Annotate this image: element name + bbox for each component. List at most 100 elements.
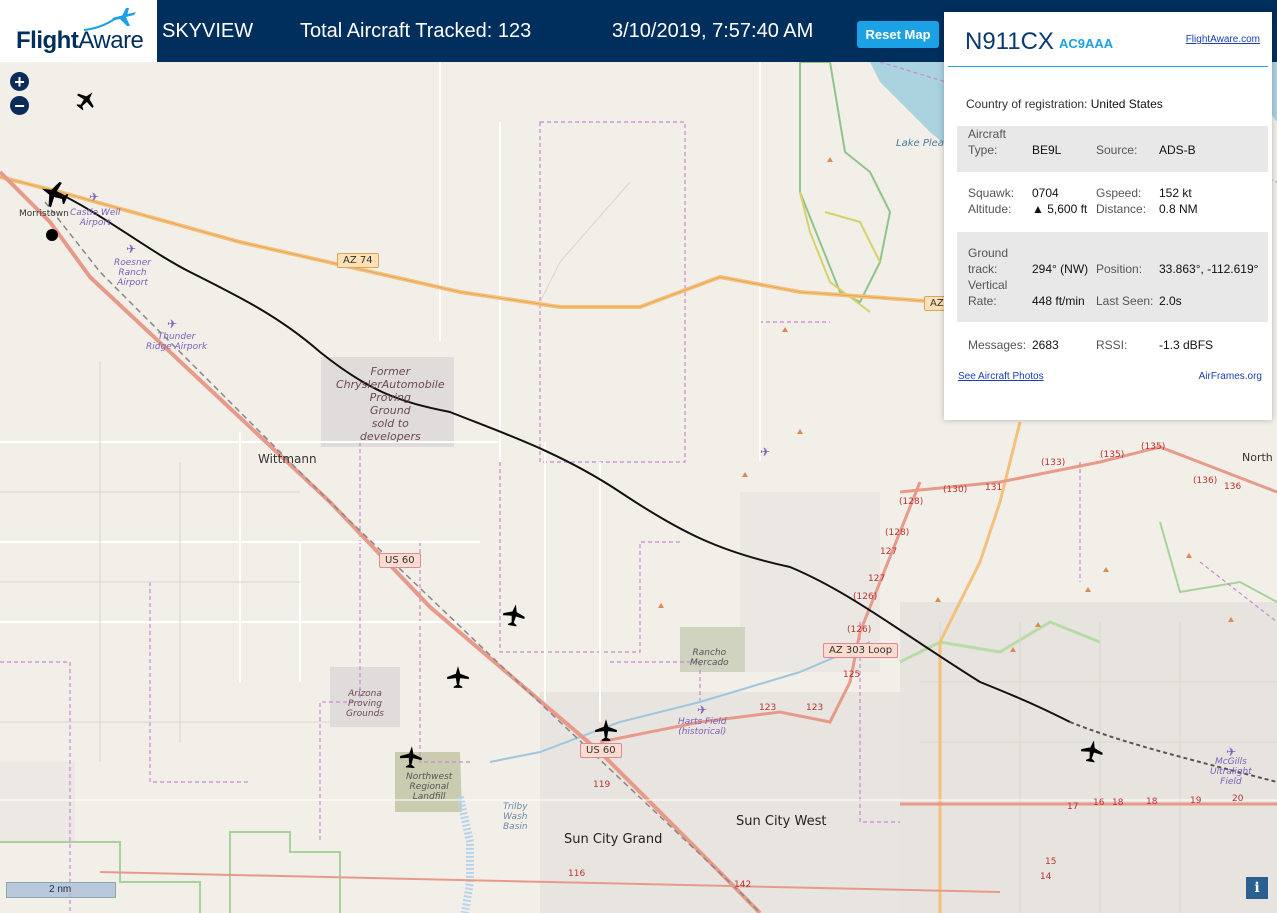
flightaware-link[interactable]: FlightAware.com [1186, 34, 1260, 45]
see-aircraft-photos-link[interactable]: See Aircraft Photos [958, 371, 1044, 382]
map-scale-bar: 2 nm [6, 882, 116, 898]
route-number: 20 [1232, 794, 1244, 804]
map-label-harts-field: Harts Field (historical) [678, 717, 727, 737]
airport-icon: ✈ [1226, 745, 1237, 759]
aircraft-icon[interactable] [501, 602, 527, 628]
source-label: Source: [1096, 143, 1138, 157]
aircraft-type-label-1: Aircraft [968, 127, 1007, 141]
airport-icon: ✈ [760, 445, 771, 459]
gspeed-value: 152 kt [1159, 186, 1192, 200]
map-label-mcgills-ultralight-field: McGills Ultralight Field [1210, 757, 1252, 787]
rssi-value: -1.3 dBFS [1159, 338, 1214, 352]
route-number: 17 [1067, 802, 1079, 812]
route-number: 119 [593, 780, 611, 790]
route-number: 18 [1112, 798, 1124, 808]
messages-value: 2683 [1032, 338, 1059, 352]
aircraft-tracked-count: Total Aircraft Tracked: 123 [300, 20, 532, 42]
map-label-arizona-proving-grounds: Arizona Proving Grounds [346, 689, 384, 719]
aircraft-icon[interactable] [445, 664, 471, 690]
route-number: 116 [568, 869, 586, 879]
vertical-rate-label-1: Vertical [968, 278, 1008, 292]
road-shield-az303: AZ 303 Loop [823, 643, 899, 658]
zoom-in-button[interactable]: + [10, 72, 29, 91]
route-number: 19 [1190, 796, 1202, 806]
aircraft-icon[interactable] [74, 88, 98, 112]
ground-track-label-1: Ground [968, 246, 1009, 260]
map-label-sun-city-west: Sun City West [736, 814, 827, 829]
country-value: United States [1090, 97, 1163, 111]
vertical-rate-label-2: Rate: [968, 294, 997, 308]
gspeed-label: Gspeed: [1096, 186, 1142, 200]
route-number: 136 [1224, 482, 1242, 492]
squawk-label: Squawk: [968, 186, 1015, 200]
aircraft-icon[interactable] [1079, 738, 1105, 764]
position-value: 33.863°, -112.619° [1159, 262, 1259, 276]
aircraft-icon[interactable] [398, 744, 424, 770]
map-label-roesner-ranch-airport: Roesner Ranch Airport [114, 258, 151, 288]
map-label-northwest-regional-landfill: Northwest Regional Landfill [406, 772, 453, 802]
distance-label: Distance: [1096, 202, 1147, 216]
map-label-trilby-wash-basin: Trilby Wash Basin [503, 802, 528, 832]
route-number: (128) [885, 528, 910, 538]
map-label-thunder-ridge-airpark: Thunder Ridge Airpork [146, 332, 208, 352]
distance-value: 0.8 NM [1159, 202, 1198, 216]
aircraft-type-value: BE9L [1032, 143, 1062, 157]
last-seen-label: Last Seen: [1096, 294, 1154, 308]
route-number: 142 [734, 880, 752, 890]
map-label-morristown: Morristown [19, 209, 69, 219]
map-label-lake-pleasant: Lake Pleas [896, 138, 950, 149]
map-label-rancho-mercado: Rancho Mercado [690, 648, 729, 668]
map-label-sun-city-grand: Sun City Grand [564, 832, 663, 847]
route-number: 18 [1146, 797, 1158, 807]
route-number: (135) [1100, 450, 1125, 460]
vertical-rate-value: 448 ft/min [1032, 294, 1085, 308]
app-name: SKYVIEW [162, 20, 254, 42]
rssi-label: RSSI: [1096, 338, 1128, 352]
last-seen-value: 2.0s [1159, 294, 1182, 308]
aircraft-hex-code: AC9AAA [1059, 36, 1114, 51]
altitude-label: Altitude: [968, 202, 1012, 216]
airport-icon: ✈ [89, 190, 100, 204]
source-value: ADS-B [1159, 143, 1196, 157]
flightaware-logo[interactable]: FlightAware [0, 0, 157, 62]
route-number: (126) [847, 625, 872, 635]
map-label-north: North [1242, 451, 1273, 464]
aircraft-ident: N911CX [965, 28, 1054, 55]
route-number: 125 [843, 670, 861, 680]
aircraft-detail-panel: N911CX AC9AAA FlightAware.com Country of… [944, 12, 1272, 420]
squawk-value: 0704 [1032, 186, 1059, 200]
route-number: 123 [759, 703, 777, 713]
ground-track-value: 294° (NW) [1032, 262, 1089, 276]
route-number: 16 [1093, 798, 1105, 808]
route-number: (130) [943, 485, 968, 495]
road-shield-us60: US 60 [379, 553, 421, 568]
route-number: (136) [1193, 476, 1218, 486]
route-number: (126) [853, 592, 878, 602]
map-label-castle-well-airport: Castle Well Airport [70, 208, 121, 228]
route-number: 127 [880, 547, 898, 557]
map-info-button[interactable]: i [1246, 877, 1268, 899]
position-label: Position: [1096, 262, 1143, 276]
aircraft-type-label-2: Type: [968, 143, 998, 157]
reset-map-button[interactable]: Reset Map [857, 21, 939, 48]
country-of-registration: Country of registration: United States [966, 97, 1163, 111]
ground-track-label-2: track: [968, 262, 998, 276]
route-number: 131 [985, 483, 1003, 493]
zoom-out-button[interactable]: − [10, 96, 29, 115]
scale-label: 2 nm [49, 884, 72, 895]
airport-icon: ✈ [697, 703, 708, 717]
route-number: (135) [1141, 442, 1166, 452]
airframes-link[interactable]: AirFrames.org [1199, 371, 1262, 382]
route-number: 127 [868, 574, 886, 584]
map-label-chrysler-proving-ground: Former ChryslerAutomobile Proving Ground… [336, 365, 445, 443]
selected-aircraft-icon[interactable] [38, 178, 70, 210]
route-number: 15 [1045, 857, 1057, 867]
panel-divider [948, 66, 1268, 67]
route-number: 14 [1040, 872, 1052, 882]
aircraft-icon[interactable] [593, 717, 619, 743]
airport-icon: ✈ [126, 242, 137, 256]
country-label: Country of registration: [966, 97, 1088, 111]
messages-label: Messages: [968, 338, 1027, 352]
route-number: 123 [806, 703, 824, 713]
current-datetime: 3/10/2019, 7:57:40 AM [612, 20, 814, 42]
